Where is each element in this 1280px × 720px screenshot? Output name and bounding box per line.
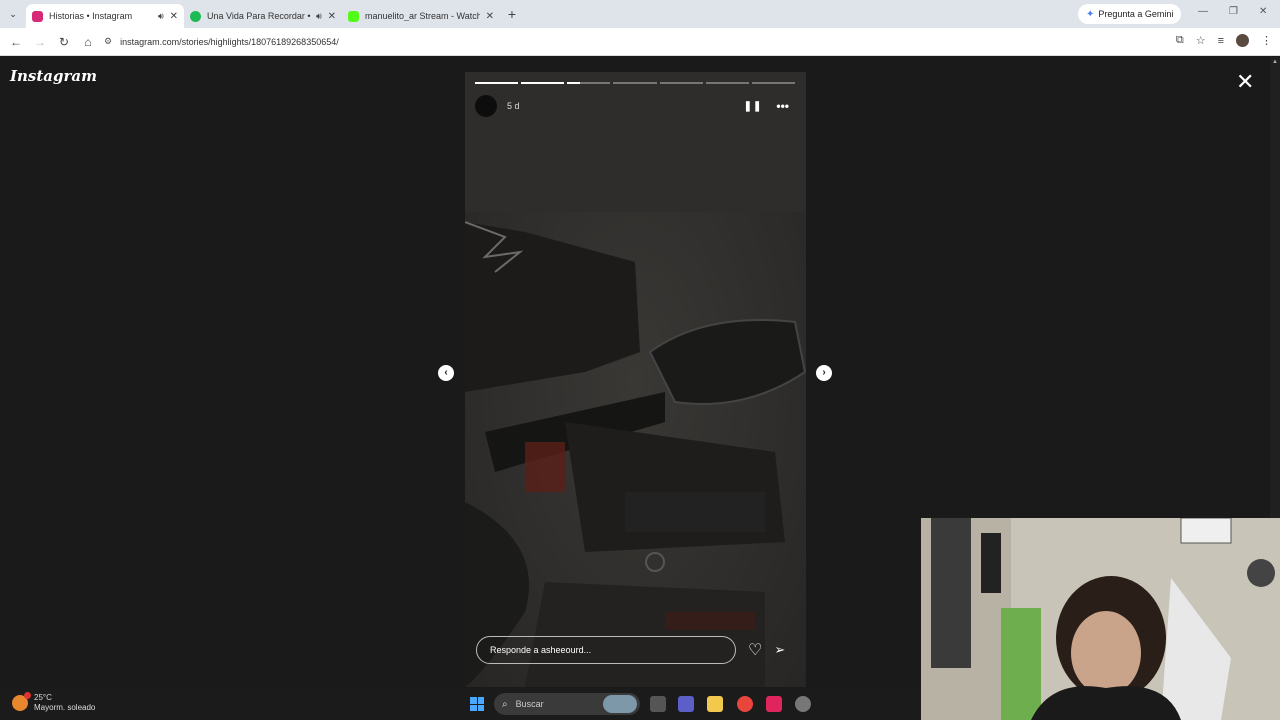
reply-input[interactable]: Responde a asheeourd... — [476, 636, 736, 664]
weather-sun-icon — [12, 692, 31, 711]
send-icon[interactable]: ➢ — [774, 642, 785, 658]
webcam-image — [921, 518, 1280, 720]
notification-badge — [24, 692, 31, 699]
bookmark-star-icon[interactable]: ☆ — [1196, 34, 1206, 47]
audio-icon[interactable]: 🔊︎ — [158, 11, 164, 22]
gemini-label: Pregunta a Gemini — [1098, 9, 1174, 19]
audio-icon[interactable]: 🔊︎ — [316, 11, 322, 22]
webcam-overlay — [921, 518, 1280, 720]
story-timestamp: 5 d — [507, 101, 520, 111]
tab-title: Historias • Instagram — [49, 11, 133, 21]
file-explorer-icon[interactable] — [707, 696, 723, 712]
tiktok-icon[interactable] — [766, 696, 782, 712]
story-photo — [465, 72, 806, 687]
kick-favicon-icon — [348, 10, 359, 22]
spotify-favicon-icon — [190, 10, 201, 22]
progress-fill — [521, 82, 565, 84]
story-viewer[interactable]: 5 d ❚❚ ••• Responde a asheeourd... ♡ ➢ — [465, 72, 806, 687]
tab-kick[interactable]: manuelito_ar Stream - Watch Li ✕ — [342, 4, 500, 28]
weather-temperature: 25°C — [34, 693, 52, 702]
progress-segment — [475, 82, 519, 84]
previous-story-icon[interactable]: ‹ — [438, 365, 454, 381]
url-text: instagram.com/stories/highlights/1807618… — [120, 36, 339, 47]
progress-fill — [567, 82, 581, 84]
address-bar: ← → ↻ ⌂ ⚙ instagram.com/stories/highligh… — [0, 28, 1280, 56]
scroll-up-icon[interactable]: ▲ — [1270, 59, 1280, 65]
close-tab-icon[interactable]: ✕ — [170, 11, 178, 22]
progress-fill — [475, 82, 519, 84]
tab-instagram[interactable]: Historias • Instagram 🔊︎ ✕ — [26, 4, 184, 28]
home-icon[interactable]: ⌂ — [76, 35, 100, 49]
gemini-icon: ✦ — [1086, 8, 1095, 20]
pause-icon[interactable]: ❚❚ — [744, 101, 763, 112]
instagram-favicon-icon — [32, 10, 43, 22]
like-heart-icon[interactable]: ♡ — [748, 640, 762, 660]
story-progress-bar — [475, 82, 795, 84]
site-info-icon[interactable]: ⚙ — [104, 36, 112, 47]
teams-icon[interactable] — [678, 696, 694, 712]
progress-segment — [659, 82, 703, 84]
weather-widget[interactable]: 25°C Mayorm. soleado — [12, 692, 96, 713]
media-controls-icon[interactable]: ≡ — [1218, 35, 1224, 47]
back-icon[interactable]: ← — [4, 35, 28, 49]
progress-segment — [751, 82, 795, 84]
story-header: 5 d ❚❚ ••• — [475, 94, 795, 118]
taskbar-search[interactable]: ⌕ Buscar — [494, 693, 640, 715]
profile-avatar[interactable] — [1236, 34, 1249, 47]
search-icon: ⌕ — [502, 698, 508, 710]
tab-title: Una Vida Para Recordar • P — [207, 11, 312, 21]
task-view-icon[interactable] — [650, 696, 666, 712]
forward-icon[interactable]: → — [28, 35, 52, 49]
tab-title: manuelito_ar Stream - Watch Li — [365, 11, 480, 21]
weather-condition: Mayorm. soleado — [34, 703, 96, 712]
install-icon[interactable]: ⧉ — [1176, 34, 1184, 47]
reply-row: Responde a asheeourd... ♡ ➢ — [476, 635, 796, 665]
minimize-icon[interactable]: — — [1198, 6, 1208, 17]
windows-taskbar: 25°C Mayorm. soleado ⌕ Buscar — [0, 688, 921, 720]
more-options-icon[interactable]: ••• — [776, 99, 789, 113]
progress-segment — [567, 82, 611, 84]
windows-start-icon[interactable] — [470, 697, 484, 711]
restore-icon[interactable]: ❐ — [1229, 6, 1238, 17]
progress-segment — [613, 82, 657, 84]
tab-spotify[interactable]: Una Vida Para Recordar • P 🔊︎ ✕ — [184, 4, 342, 28]
progress-segment — [521, 82, 565, 84]
close-tab-icon[interactable]: ✕ — [486, 11, 494, 22]
search-highlight-image — [603, 695, 637, 713]
close-story-icon[interactable]: ✕ — [1236, 71, 1254, 93]
instagram-logo[interactable]: Instagram — [10, 67, 97, 85]
menu-dots-icon[interactable]: ⋮ — [1261, 34, 1272, 47]
next-story-icon[interactable]: › — [816, 365, 832, 381]
tab-bar: ⌄ Historias • Instagram 🔊︎ ✕ Una Vida Pa… — [0, 0, 1280, 28]
close-window-icon[interactable]: ✕ — [1259, 6, 1267, 17]
close-tab-icon[interactable]: ✕ — [328, 11, 336, 22]
reload-icon[interactable]: ↻ — [52, 35, 76, 49]
url-field[interactable]: ⚙ instagram.com/stories/highlights/18076… — [104, 36, 339, 47]
chrome-icon[interactable] — [737, 696, 753, 712]
app-icon[interactable] — [795, 696, 811, 712]
tab-search-icon[interactable]: ⌄ — [0, 0, 26, 28]
story-user-avatar[interactable] — [475, 95, 497, 117]
progress-segment — [705, 82, 749, 84]
gemini-button[interactable]: ✦ Pregunta a Gemini — [1078, 4, 1182, 24]
search-placeholder: Buscar — [515, 699, 544, 709]
new-tab-icon[interactable]: + — [500, 6, 524, 22]
